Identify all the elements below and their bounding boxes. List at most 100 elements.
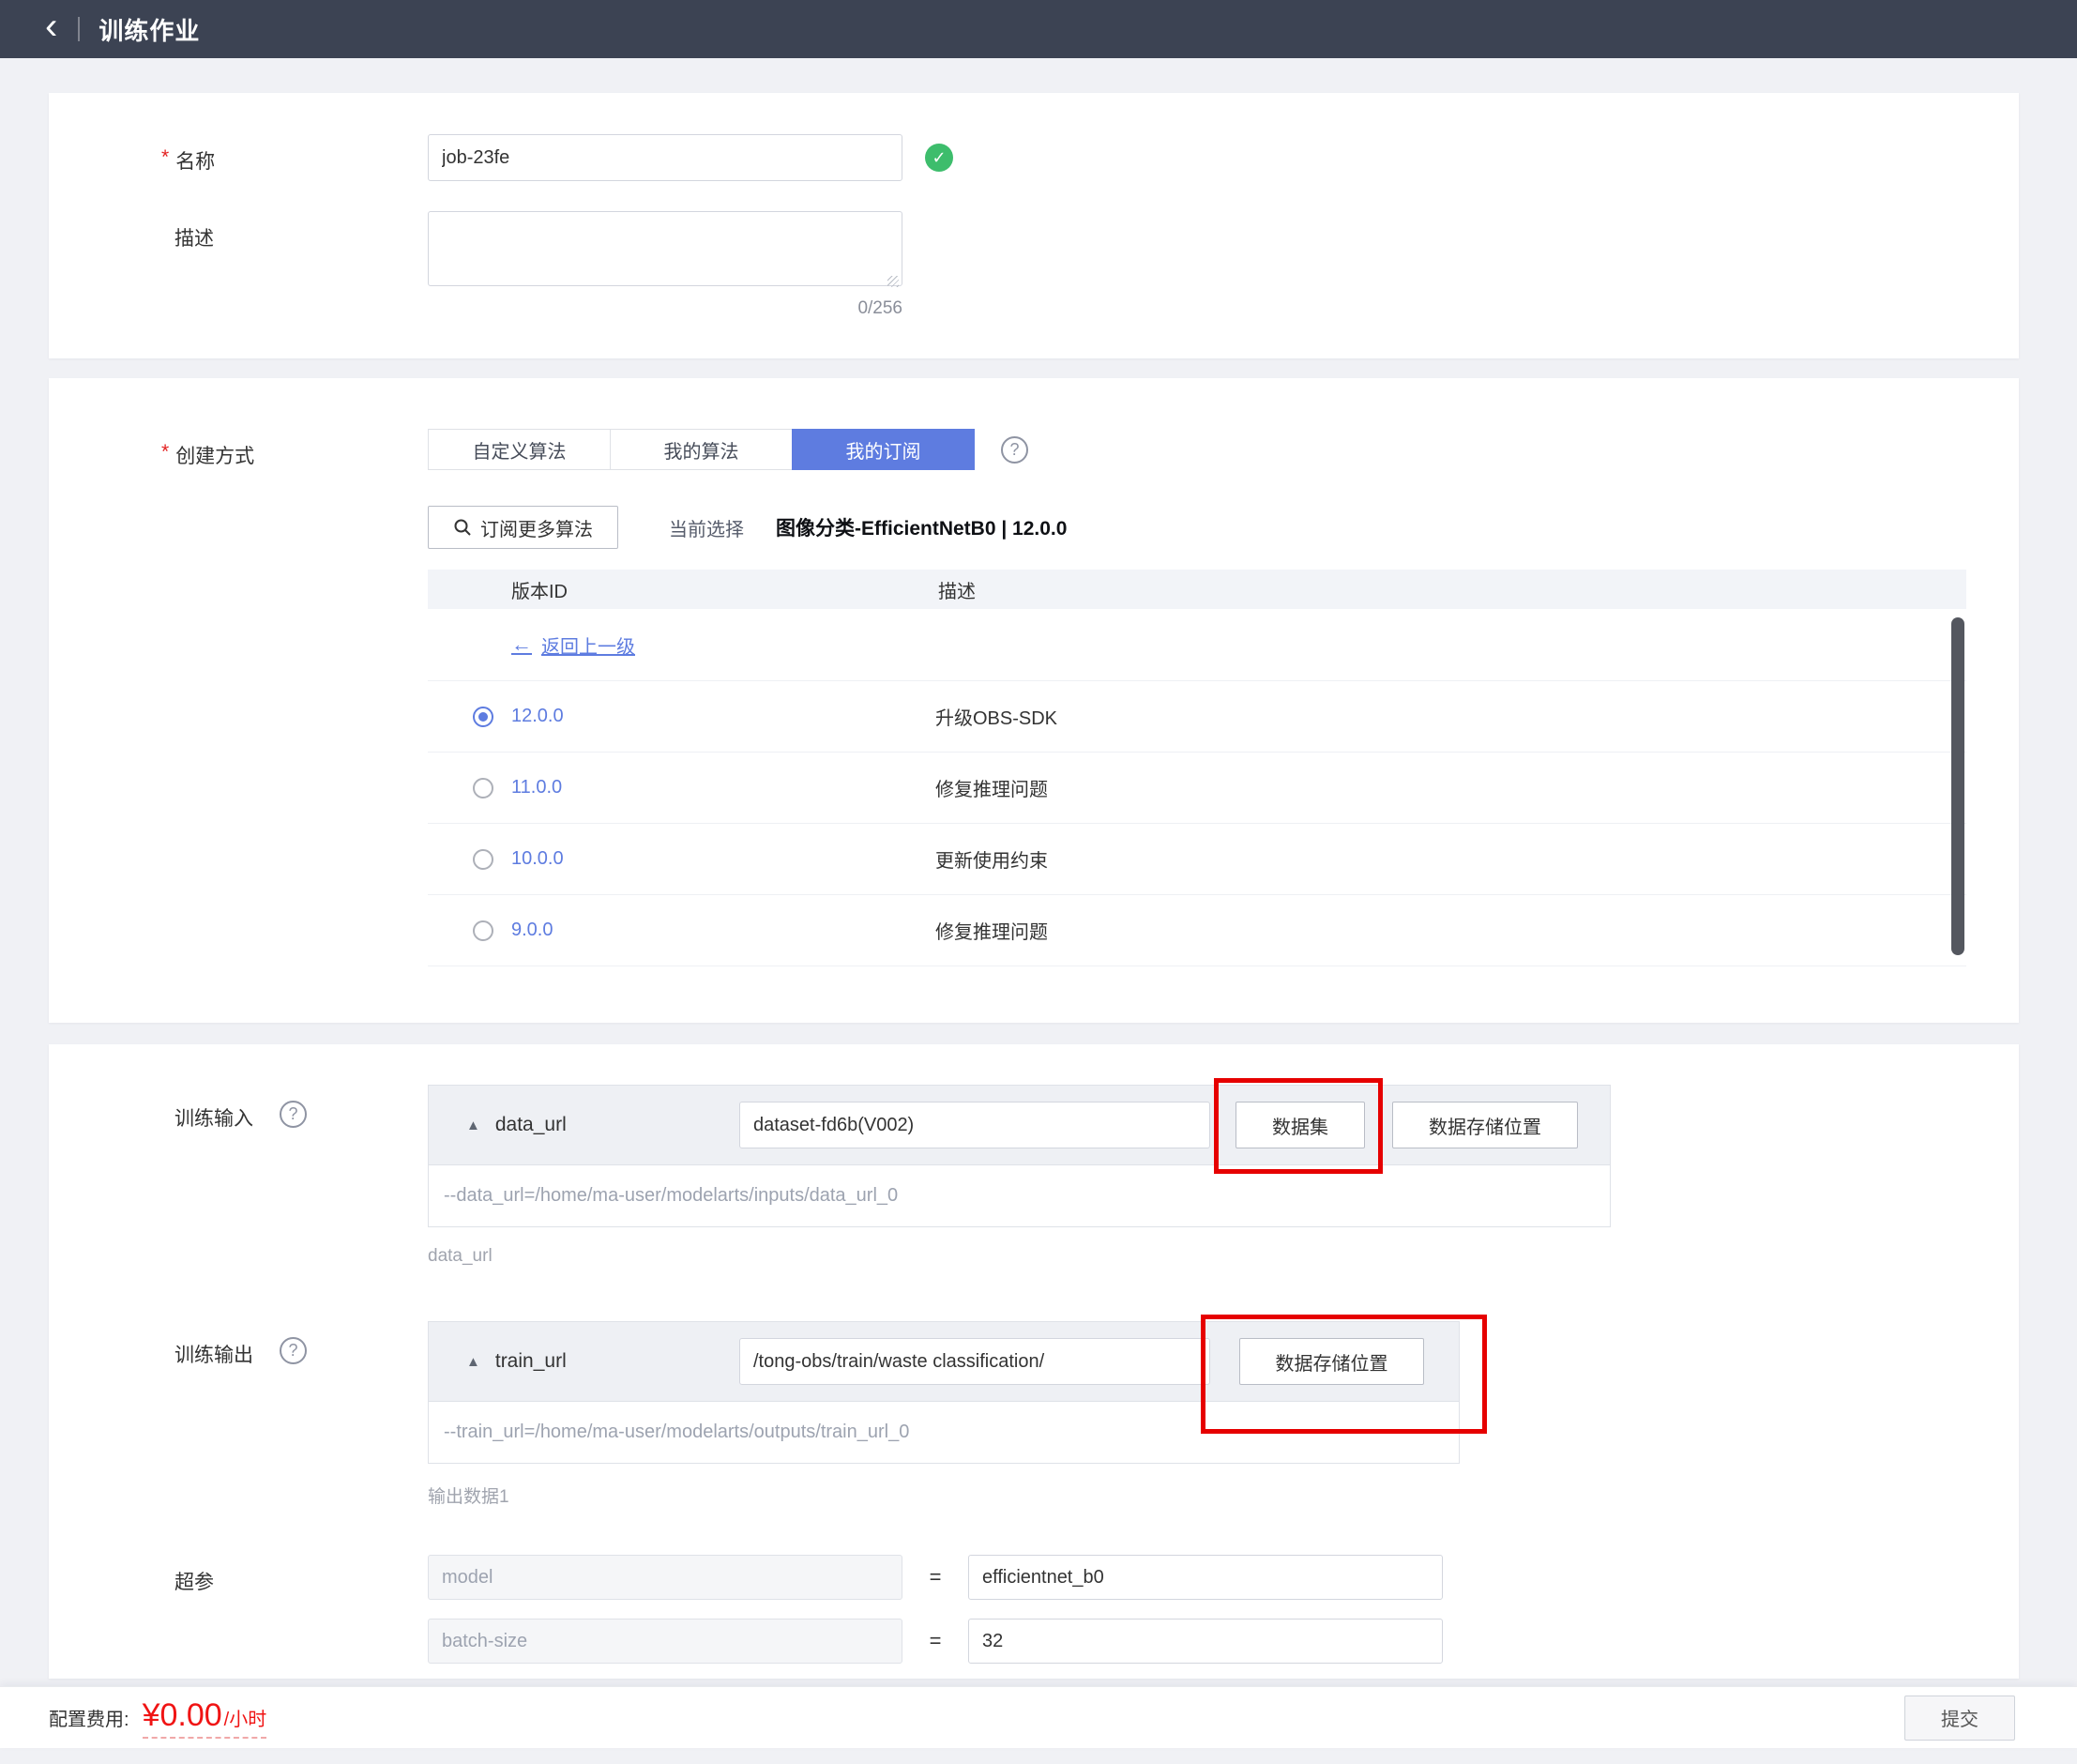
hyperparam-key-input <box>428 1619 902 1664</box>
version-desc: 修复推理问题 <box>935 774 1048 801</box>
training-output-label: 训练输出 <box>174 1340 253 1368</box>
version-row[interactable]: 9.0.0 修复推理问题 <box>428 895 1966 966</box>
collapse-icon[interactable]: ▲ <box>466 1118 480 1133</box>
desc-row: 描述 0/256 <box>49 211 2019 319</box>
equals-sign: = <box>929 1565 942 1589</box>
current-selection-value: 图像分类-EfficientNetB0 | 12.0.0 <box>776 513 1067 541</box>
basic-info-card: * 名称 ✓ 描述 0/256 <box>49 93 2019 358</box>
name-label: 名称 <box>175 146 215 175</box>
training-config-card: 训练输入 ? ▲ data_url 数据集 数据存储位置 --data_url=… <box>49 1044 2019 1679</box>
data-url-hint: --data_url=/home/ma-user/modelarts/input… <box>428 1165 1611 1227</box>
desc-wrap <box>428 211 902 291</box>
training-output-label-col: 训练输出 ? <box>49 1321 428 1368</box>
creation-tabs: 自定义算法 我的算法 我的订阅 <box>428 429 975 470</box>
header-description: 描述 <box>938 576 1966 603</box>
header-version-id: 版本ID <box>428 576 938 603</box>
hyperparams-section: 超参 = = <box>49 1555 2019 1664</box>
version-row[interactable]: 11.0.0 修复推理问题 <box>428 753 1966 824</box>
name-label-col: * 名称 <box>49 134 428 175</box>
train-url-panel-header: ▲ train_url 数据存储位置 <box>428 1321 1460 1402</box>
desc-label-col: 描述 <box>49 211 428 251</box>
version-radio[interactable] <box>473 778 493 798</box>
creation-help-icon[interactable]: ? <box>1001 436 1028 464</box>
hyperparams-label: 超参 <box>174 1567 214 1595</box>
search-icon <box>453 518 472 537</box>
top-bar: ‹ 训练作业 <box>0 0 2077 58</box>
hyperparam-row: = <box>428 1555 1443 1600</box>
dataset-button[interactable]: 数据集 <box>1236 1102 1365 1148</box>
description-textarea[interactable] <box>428 211 902 286</box>
version-desc: 更新使用约束 <box>935 845 1048 873</box>
required-asterisk: * <box>161 441 169 464</box>
char-counter: 0/256 <box>428 298 902 319</box>
vertical-scrollbar[interactable] <box>1951 617 1964 955</box>
creation-method-card: * 创建方式 自定义算法 我的算法 我的订阅 ? 订阅更多算法 当前选择 图像分… <box>49 378 2019 1023</box>
hyperparam-value-input[interactable] <box>968 1619 1443 1664</box>
version-row[interactable]: 12.0.0 升级OBS-SDK <box>428 681 1966 753</box>
version-radio[interactable] <box>473 707 493 727</box>
version-desc: 修复推理问题 <box>935 917 1048 944</box>
version-radio[interactable] <box>473 849 493 870</box>
fee-label: 配置费用: <box>49 1704 129 1731</box>
footer-bar: 配置费用: ¥0.00 /小时 提交 <box>0 1686 2077 1748</box>
hyperparams-label-col: 超参 <box>49 1555 428 1595</box>
training-output-section: 训练输出 ? ▲ train_url 数据存储位置 --train_url=/h… <box>49 1321 2019 1505</box>
training-input-label: 训练输入 <box>174 1103 253 1132</box>
version-row[interactable]: 10.0.0 更新使用约束 <box>428 824 1966 895</box>
tab-custom-algorithm[interactable]: 自定义算法 <box>428 429 611 470</box>
subscribe-more-button[interactable]: 订阅更多算法 <box>428 506 618 549</box>
required-asterisk: * <box>161 146 169 169</box>
version-radio[interactable] <box>473 920 493 941</box>
back-row: ← 返回上一级 <box>428 609 1966 681</box>
desc-label: 描述 <box>174 223 214 251</box>
training-output-help-icon[interactable]: ? <box>280 1337 307 1364</box>
fee-value: ¥0.00 <box>143 1697 222 1734</box>
valid-check-icon: ✓ <box>925 144 953 172</box>
train-url-hint: --train_url=/home/ma-user/modelarts/outp… <box>428 1402 1460 1464</box>
header-divider <box>78 17 80 41</box>
back-to-parent-link[interactable]: ← 返回上一级 <box>511 631 635 659</box>
training-input-label-col: 训练输入 ? <box>49 1085 428 1132</box>
submit-button[interactable]: 提交 <box>1904 1696 2015 1741</box>
creation-label: 创建方式 <box>175 441 254 469</box>
back-arrow-icon: ← <box>511 632 532 657</box>
fee-group: ¥0.00 /小时 <box>143 1697 267 1739</box>
data-url-panel: ▲ data_url 数据集 数据存储位置 --data_url=/home/m… <box>428 1085 1611 1269</box>
version-id: 11.0.0 <box>511 777 935 798</box>
desc-col: 0/256 <box>428 211 902 319</box>
back-icon[interactable]: ‹ <box>45 8 57 45</box>
output-storage-location-button[interactable]: 数据存储位置 <box>1239 1338 1424 1385</box>
version-table-header: 版本ID 描述 <box>428 570 1966 609</box>
data-url-panel-header: ▲ data_url 数据集 数据存储位置 <box>428 1085 1611 1165</box>
name-row: * 名称 ✓ <box>49 134 2019 181</box>
train-url-input[interactable] <box>739 1338 1210 1385</box>
subscribe-row: 订阅更多算法 当前选择 图像分类-EfficientNetB0 | 12.0.0 <box>428 506 2019 549</box>
train-url-footnote: 输出数据1 <box>428 1483 1460 1505</box>
hyperparam-value-input[interactable] <box>968 1555 1443 1600</box>
creation-label-col: * 创建方式 <box>49 429 428 469</box>
data-storage-location-button[interactable]: 数据存储位置 <box>1392 1102 1578 1148</box>
equals-sign: = <box>929 1629 942 1653</box>
version-desc: 升级OBS-SDK <box>935 703 1057 730</box>
page-title: 训练作业 <box>99 12 200 47</box>
param-name: train_url <box>495 1350 567 1373</box>
data-url-input[interactable] <box>739 1102 1210 1148</box>
back-link-label: 返回上一级 <box>541 631 635 659</box>
fee-unit: /小时 <box>224 1704 267 1731</box>
name-input[interactable] <box>428 134 902 181</box>
training-input-section: 训练输入 ? ▲ data_url 数据集 数据存储位置 --data_url=… <box>49 1085 2019 1269</box>
hyperparam-key-input <box>428 1555 902 1600</box>
subscribe-more-label: 订阅更多算法 <box>480 514 593 541</box>
tab-my-subscription[interactable]: 我的订阅 <box>792 429 975 470</box>
hyperparam-row: = <box>428 1619 1443 1664</box>
creation-row: * 创建方式 自定义算法 我的算法 我的订阅 ? <box>49 429 2019 470</box>
version-id: 10.0.0 <box>511 848 935 870</box>
param-name: data_url <box>495 1114 567 1136</box>
collapse-icon[interactable]: ▲ <box>466 1354 480 1370</box>
data-url-footnote: data_url <box>428 1246 1611 1269</box>
train-url-panel: ▲ train_url 数据存储位置 --train_url=/home/ma-… <box>428 1321 1460 1505</box>
tab-my-algorithm[interactable]: 我的算法 <box>610 429 793 470</box>
training-input-help-icon[interactable]: ? <box>280 1101 307 1128</box>
version-id: 12.0.0 <box>511 706 935 727</box>
hyperparam-rows: = = <box>428 1555 1443 1664</box>
